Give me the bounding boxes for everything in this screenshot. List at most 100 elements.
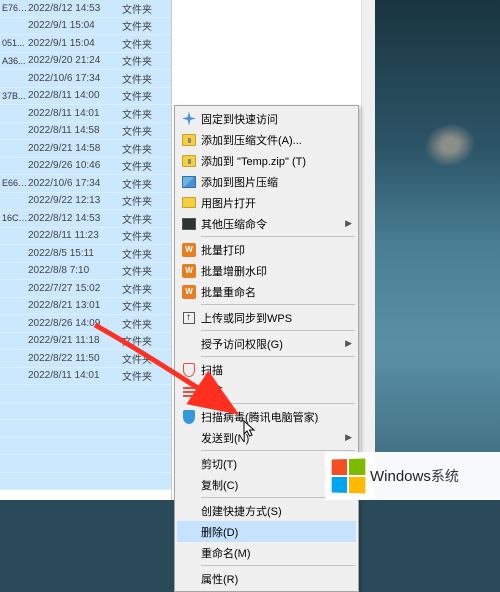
menu-batch-watermark[interactable]: W 批量增删水印 <box>177 260 356 281</box>
table-row[interactable]: 2022/9/21 11:18文件夹 <box>0 333 171 351</box>
table-row[interactable]: 2022/8/5 15:11文件夹 <box>0 245 171 263</box>
wps-icon: W <box>179 263 199 279</box>
menu-separator <box>201 450 355 451</box>
table-row[interactable]: A36...2022/9/20 21:24文件夹 <box>0 53 171 71</box>
file-date-cell: 2022/8/11 14:01 <box>28 108 122 119</box>
file-list[interactable]: E763...2022/8/12 14:53文件夹2022/9/1 15:04文… <box>0 0 172 500</box>
menu-label: 属性(R) <box>201 571 352 587</box>
table-row[interactable] <box>0 385 171 403</box>
menu-separator <box>201 403 355 404</box>
blank-icon <box>179 545 199 561</box>
menu-add-image-compress[interactable]: 添加到图片压缩 <box>177 171 356 192</box>
table-row[interactable]: 051...2022/9/1 15:04文件夹 <box>0 35 171 53</box>
chevron-right-icon: ▶ <box>345 218 352 229</box>
file-type-cell: 文件夹 <box>122 1 162 16</box>
table-row[interactable]: 2022/9/1 15:04文件夹 <box>0 18 171 36</box>
menu-shred[interactable]: 粉碎 <box>177 380 356 401</box>
table-row[interactable] <box>0 420 171 438</box>
menu-label: 扫描 <box>201 362 352 378</box>
file-type-cell: 文件夹 <box>122 106 162 121</box>
table-row[interactable]: 2022/8/8 7:10文件夹 <box>0 263 171 281</box>
menu-grant-access[interactable]: 授予访问权限(G) ▶ <box>177 333 356 354</box>
file-type-cell: 文件夹 <box>122 228 162 243</box>
menu-separator <box>201 236 355 237</box>
watermark-text: Windows 系统 <box>370 466 459 486</box>
menu-label: 批量重命名 <box>201 284 352 300</box>
file-date-cell: 2022/8/12 14:53 <box>28 3 122 14</box>
scrollbar[interactable] <box>361 0 375 500</box>
menu-batch-print[interactable]: W 批量打印 <box>177 239 356 260</box>
menu-delete[interactable]: 删除(D) <box>177 521 356 542</box>
table-row[interactable]: E763...2022/8/12 14:53文件夹 <box>0 0 171 18</box>
file-date-cell: 2022/8/22 11:50 <box>28 353 122 364</box>
table-row[interactable]: 2022/8/11 14:01文件夹 <box>0 105 171 123</box>
table-row[interactable]: 2022/8/21 13:01文件夹 <box>0 298 171 316</box>
file-type-cell: 文件夹 <box>122 18 162 33</box>
file-date-cell: 2022/7/27 15:02 <box>28 283 122 294</box>
menu-separator <box>201 356 355 357</box>
table-row[interactable] <box>0 473 171 491</box>
table-row[interactable]: 16CE...2022/8/12 14:53文件夹 <box>0 210 171 228</box>
folder-icon <box>179 195 199 211</box>
file-type-cell: 文件夹 <box>122 123 162 138</box>
archive-icon <box>179 153 199 169</box>
menu-open-with-image[interactable]: 用图片打开 <box>177 192 356 213</box>
table-row[interactable]: 2022/8/22 11:50文件夹 <box>0 350 171 368</box>
table-row[interactable]: 2022/8/11 14:01文件夹 <box>0 368 171 386</box>
menu-separator <box>201 565 355 566</box>
file-type-cell: 文件夹 <box>122 281 162 296</box>
file-type-cell: 文件夹 <box>122 211 162 226</box>
table-row[interactable]: 2022/8/11 11:23文件夹 <box>0 228 171 246</box>
menu-create-shortcut[interactable]: 创建快捷方式(S) <box>177 500 356 521</box>
image-icon <box>179 174 199 190</box>
table-row[interactable]: 2022/8/11 14:58文件夹 <box>0 123 171 141</box>
menu-label: 其他压缩命令 <box>201 216 345 232</box>
menu-label: 用图片打开 <box>201 195 352 211</box>
file-date-cell: 2022/8/11 14:01 <box>28 370 122 381</box>
shield-outline-icon <box>179 362 199 378</box>
menu-scan-virus[interactable]: 扫描病毒(腾讯电脑管家) <box>177 406 356 427</box>
table-row[interactable]: 37B...2022/8/11 14:00文件夹 <box>0 88 171 106</box>
shield-blue-icon <box>179 409 199 425</box>
file-date-cell: 2022/8/26 14:09 <box>28 318 122 329</box>
context-menu: 固定到快速访问 添加到压缩文件(A)... 添加到 "Temp.zip" (T)… <box>174 105 359 592</box>
file-date-cell: 2022/9/21 14:58 <box>28 143 122 154</box>
upload-icon <box>179 310 199 326</box>
menu-batch-rename[interactable]: W 批量重命名 <box>177 281 356 302</box>
menu-label: 添加到压缩文件(A)... <box>201 132 352 148</box>
table-row[interactable] <box>0 438 171 456</box>
menu-separator <box>201 304 355 305</box>
menu-upload-wps[interactable]: 上传或同步到WPS <box>177 307 356 328</box>
menu-send-to[interactable]: 发送到(N) ▶ <box>177 427 356 448</box>
menu-pin-quick-access[interactable]: 固定到快速访问 <box>177 108 356 129</box>
table-row[interactable] <box>0 455 171 473</box>
table-row[interactable]: 2022/8/26 14:09文件夹 <box>0 315 171 333</box>
table-row[interactable]: 2022/9/21 14:58文件夹 <box>0 140 171 158</box>
table-row[interactable]: 2022/10/6 17:34文件夹 <box>0 70 171 88</box>
menu-properties[interactable]: 属性(R) <box>177 568 356 589</box>
file-date-cell: 2022/9/21 11:18 <box>28 335 122 346</box>
file-type-cell: 文件夹 <box>122 368 162 383</box>
menu-label: 固定到快速访问 <box>201 111 352 127</box>
menu-label: 上传或同步到WPS <box>201 310 352 326</box>
table-row[interactable]: E66E...2022/10/6 17:34文件夹 <box>0 175 171 193</box>
menu-add-archive[interactable]: 添加到压缩文件(A)... <box>177 129 356 150</box>
table-row[interactable]: 2022/9/22 12:13文件夹 <box>0 193 171 211</box>
table-row[interactable] <box>0 403 171 421</box>
file-type-cell: 文件夹 <box>122 298 162 313</box>
file-date-cell: 2022/8/11 11:23 <box>28 230 122 241</box>
wps-icon: W <box>179 242 199 258</box>
menu-rename[interactable]: 重命名(M) <box>177 542 356 563</box>
menu-other-compress[interactable]: 其他压缩命令 ▶ <box>177 213 356 234</box>
menu-add-temp-zip[interactable]: 添加到 "Temp.zip" (T) <box>177 150 356 171</box>
file-type-cell: 文件夹 <box>122 36 162 51</box>
menu-label: 添加到 "Temp.zip" (T) <box>201 153 352 169</box>
file-date-cell: 2022/8/12 14:53 <box>28 213 122 224</box>
file-name-cell: A36... <box>0 56 28 66</box>
watermark-cn: 系统 <box>431 466 459 486</box>
file-name-cell: 16CE... <box>0 213 28 223</box>
table-row[interactable]: 2022/9/26 10:46文件夹 <box>0 158 171 176</box>
table-row[interactable]: 2022/7/27 15:02文件夹 <box>0 280 171 298</box>
menu-scan[interactable]: 扫描 <box>177 359 356 380</box>
blank-icon <box>179 571 199 587</box>
